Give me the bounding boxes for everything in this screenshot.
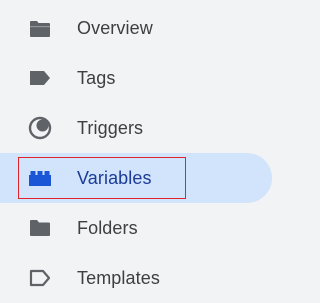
- briefcase-icon: [27, 15, 53, 41]
- sidebar-item-label: Overview: [77, 17, 153, 38]
- sidebar-item-folders[interactable]: Folders: [0, 203, 272, 253]
- trigger-icon: [27, 115, 53, 141]
- sidebar-item-label: Tags: [77, 67, 116, 88]
- sidebar-item-overview[interactable]: Overview: [0, 3, 272, 53]
- sidebar-item-label: Triggers: [77, 117, 144, 138]
- sidebar-nav: Overview Tags Triggers Variables Folders…: [0, 0, 281, 288]
- sidebar-item-label: Folders: [77, 217, 138, 238]
- folder-icon: [27, 215, 53, 241]
- sidebar-item-variables[interactable]: Variables: [0, 153, 272, 203]
- lego-block-icon: [27, 165, 53, 191]
- tag-icon: [27, 65, 53, 91]
- template-icon: [27, 265, 53, 291]
- sidebar-item-templates[interactable]: Templates: [0, 253, 272, 303]
- sidebar-item-label: Templates: [77, 267, 160, 288]
- sidebar-item-triggers[interactable]: Triggers: [0, 103, 272, 153]
- sidebar-item-tags[interactable]: Tags: [0, 53, 272, 103]
- sidebar-item-label: Variables: [77, 167, 152, 188]
